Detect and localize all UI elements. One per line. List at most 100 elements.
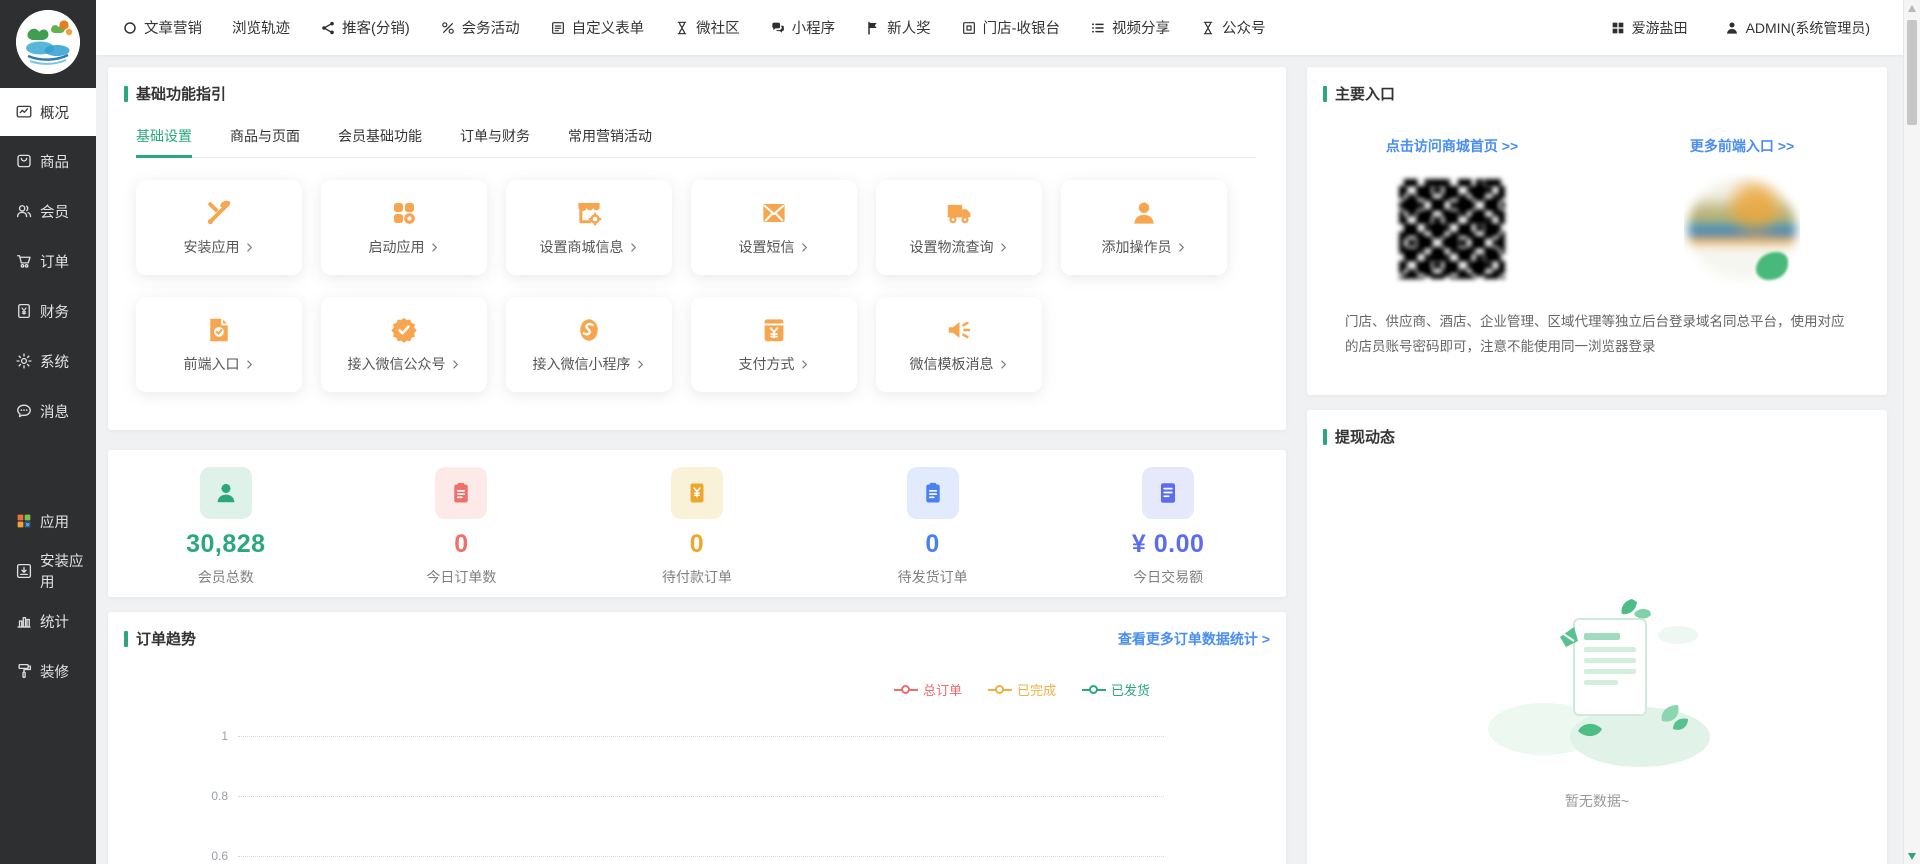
guide-payment[interactable]: 支付方式 [691, 297, 857, 392]
guide-card-label: 设置物流查询 [910, 237, 994, 257]
guide-install-app[interactable]: 安装应用 [136, 180, 302, 275]
nav-custom-form[interactable]: 自定义表单 [550, 17, 645, 38]
gridline [238, 856, 1164, 857]
nav-label: 新人奖 [887, 17, 931, 38]
scrollbar-down-icon[interactable] [1908, 853, 1916, 860]
tab-goods-pages[interactable]: 商品与页面 [230, 126, 300, 157]
legend-marker-icon [988, 685, 1012, 694]
chevron-right-icon [998, 242, 1009, 253]
entry-header: 主要入口 [1307, 67, 1887, 104]
s-link-icon [574, 315, 604, 345]
nav-distribution[interactable]: 推客(分销) [320, 17, 410, 38]
guide-card-label: 微信模板消息 [910, 354, 994, 374]
admin-dashboard: 文章营销 浏览轨迹 推客(分销) 会务活动 自定义表单 微社区 小程序 新人奖 … [0, 0, 1920, 864]
pay-icon [759, 315, 789, 345]
guide-card-grid: 安装应用 启动应用 设置商城信息 设置短信 设置物流查询 添加操作员 前端入口 … [136, 180, 1286, 392]
empty-state: 暂无数据~ [1307, 577, 1887, 811]
scrollbar-up-icon[interactable] [1908, 5, 1916, 12]
legend-marker-icon [894, 685, 918, 694]
guide-card-label: 支付方式 [739, 354, 795, 374]
clipboard-icon [920, 480, 946, 506]
order-trend-card: 订单趋势 查看更多订单数据统计 > 总订单 已完成 已发货 1 0.8 0.6 [108, 612, 1286, 864]
stat-value: 0 [454, 530, 468, 559]
nav-article-marketing[interactable]: 文章营销 [122, 17, 202, 38]
list-icon [1090, 20, 1106, 36]
gridline-row: 1 [196, 726, 1164, 746]
sidebar-item-decorate[interactable]: 装修 [0, 646, 96, 696]
legend-total-orders[interactable]: 总订单 [894, 680, 962, 699]
guide-wechat-official[interactable]: 接入微信公众号 [321, 297, 487, 392]
sidebar-item-install-apps[interactable]: 安装应用 [0, 546, 96, 596]
yen-box-icon [684, 480, 710, 506]
sidebar-item-system[interactable]: 系统 [0, 336, 96, 386]
nav-browse-track[interactable]: 浏览轨迹 [232, 17, 290, 38]
sidebar-label: 系统 [40, 351, 69, 372]
nav-conference[interactable]: 会务活动 [440, 17, 520, 38]
nav-video-share[interactable]: 视频分享 [1090, 17, 1170, 38]
guide-add-operator[interactable]: 添加操作员 [1061, 180, 1227, 275]
sidebar-item-members[interactable]: 会员 [0, 186, 96, 236]
sidebar-item-finance[interactable]: 财务 [0, 286, 96, 336]
roller-icon [15, 662, 33, 680]
front-entry-logo-image [1684, 174, 1800, 284]
badge-check-icon [389, 315, 419, 345]
trend-header: 订单趋势 查看更多订单数据统计 > [108, 612, 1286, 649]
user-menu[interactable]: ADMIN(系统管理员) [1724, 18, 1870, 38]
sidebar-item-statistics[interactable]: 统计 [0, 596, 96, 646]
chevron-right-icon [244, 359, 255, 370]
stat-label: 今日订单数 [426, 567, 496, 587]
nav-official-account[interactable]: 公众号 [1200, 17, 1266, 38]
guide-sms[interactable]: 设置短信 [691, 180, 857, 275]
more-order-stats-link[interactable]: 查看更多订单数据统计 > [1118, 629, 1270, 649]
empty-state-text: 暂无数据~ [1565, 791, 1629, 811]
users-icon [15, 202, 33, 220]
tab-member-basics[interactable]: 会员基础功能 [338, 126, 422, 157]
sidebar-item-apps[interactable]: 应用 [0, 496, 96, 546]
nav-label: 文章营销 [144, 17, 202, 38]
clipboard-icon [448, 480, 474, 506]
nav-newcomer-award[interactable]: 新人奖 [865, 17, 931, 38]
tab-orders-finance[interactable]: 订单与财务 [460, 126, 530, 157]
y-tick: 0.6 [196, 849, 228, 863]
sidebar-label: 统计 [40, 611, 69, 632]
sidebar-item-goods[interactable]: 商品 [0, 136, 96, 186]
scrollbar-thumb[interactable] [1907, 20, 1917, 125]
top-navbar: 文章营销 浏览轨迹 推客(分销) 会务活动 自定义表单 微社区 小程序 新人奖 … [96, 0, 1920, 55]
stat-today-turnover: ¥ 0.00 今日交易额 [1050, 450, 1286, 597]
guide-logistics[interactable]: 设置物流查询 [876, 180, 1042, 275]
nav-micro-community[interactable]: 微社区 [674, 17, 740, 38]
gridline-row: 0.8 [196, 786, 1164, 806]
nav-mini-program[interactable]: 小程序 [770, 17, 836, 38]
nav-label: 小程序 [792, 17, 836, 38]
stat-label: 待付款订单 [662, 567, 732, 587]
shop-switcher[interactable]: 爱游盐田 [1610, 18, 1688, 38]
sidebar-item-orders[interactable]: 订单 [0, 236, 96, 286]
sidebar-label: 商品 [40, 151, 69, 172]
sidebar-item-overview[interactable]: 概况 [0, 88, 96, 136]
more-entries-link[interactable]: 更多前端入口 >> [1690, 138, 1794, 154]
sidebar-label: 安装应用 [40, 550, 96, 592]
main-entry-card: 主要入口 点击访问商城首页 >> 更多前端入口 >> 门店、供应商、酒店、企业管… [1307, 67, 1887, 395]
legend-completed[interactable]: 已完成 [988, 680, 1056, 699]
stat-unshipped-orders: 0 待发货订单 [815, 450, 1051, 597]
guide-launch-app[interactable]: 启动应用 [321, 180, 487, 275]
guide-front-entry[interactable]: 前端入口 [136, 297, 302, 392]
sidebar-item-messages[interactable]: 消息 [0, 386, 96, 436]
flag-icon [865, 20, 881, 36]
tab-marketing[interactable]: 常用营销活动 [568, 126, 652, 157]
entry-note-text: 门店、供应商、酒店、企业管理、区域代理等独立后台登录域名同总平台，使用对应的店员… [1345, 310, 1849, 360]
chevron-right-icon [799, 242, 810, 253]
mall-home-link[interactable]: 点击访问商城首页 >> [1386, 138, 1518, 154]
share-icon [320, 20, 336, 36]
green-bar [1323, 86, 1327, 102]
guide-mall-info[interactable]: 设置商城信息 [506, 180, 672, 275]
nav-store-cashier[interactable]: 门店-收银台 [961, 17, 1060, 38]
sidebar-label: 应用 [40, 511, 69, 532]
guide-template-message[interactable]: 微信模板消息 [876, 297, 1042, 392]
sidebar-gap [0, 436, 96, 496]
guide-wechat-mini[interactable]: 接入微信小程序 [506, 297, 672, 392]
nav-label: 会务活动 [462, 17, 520, 38]
stat-value: 0 [925, 530, 939, 559]
legend-shipped[interactable]: 已发货 [1082, 680, 1150, 699]
tab-basic-settings[interactable]: 基础设置 [136, 126, 192, 157]
